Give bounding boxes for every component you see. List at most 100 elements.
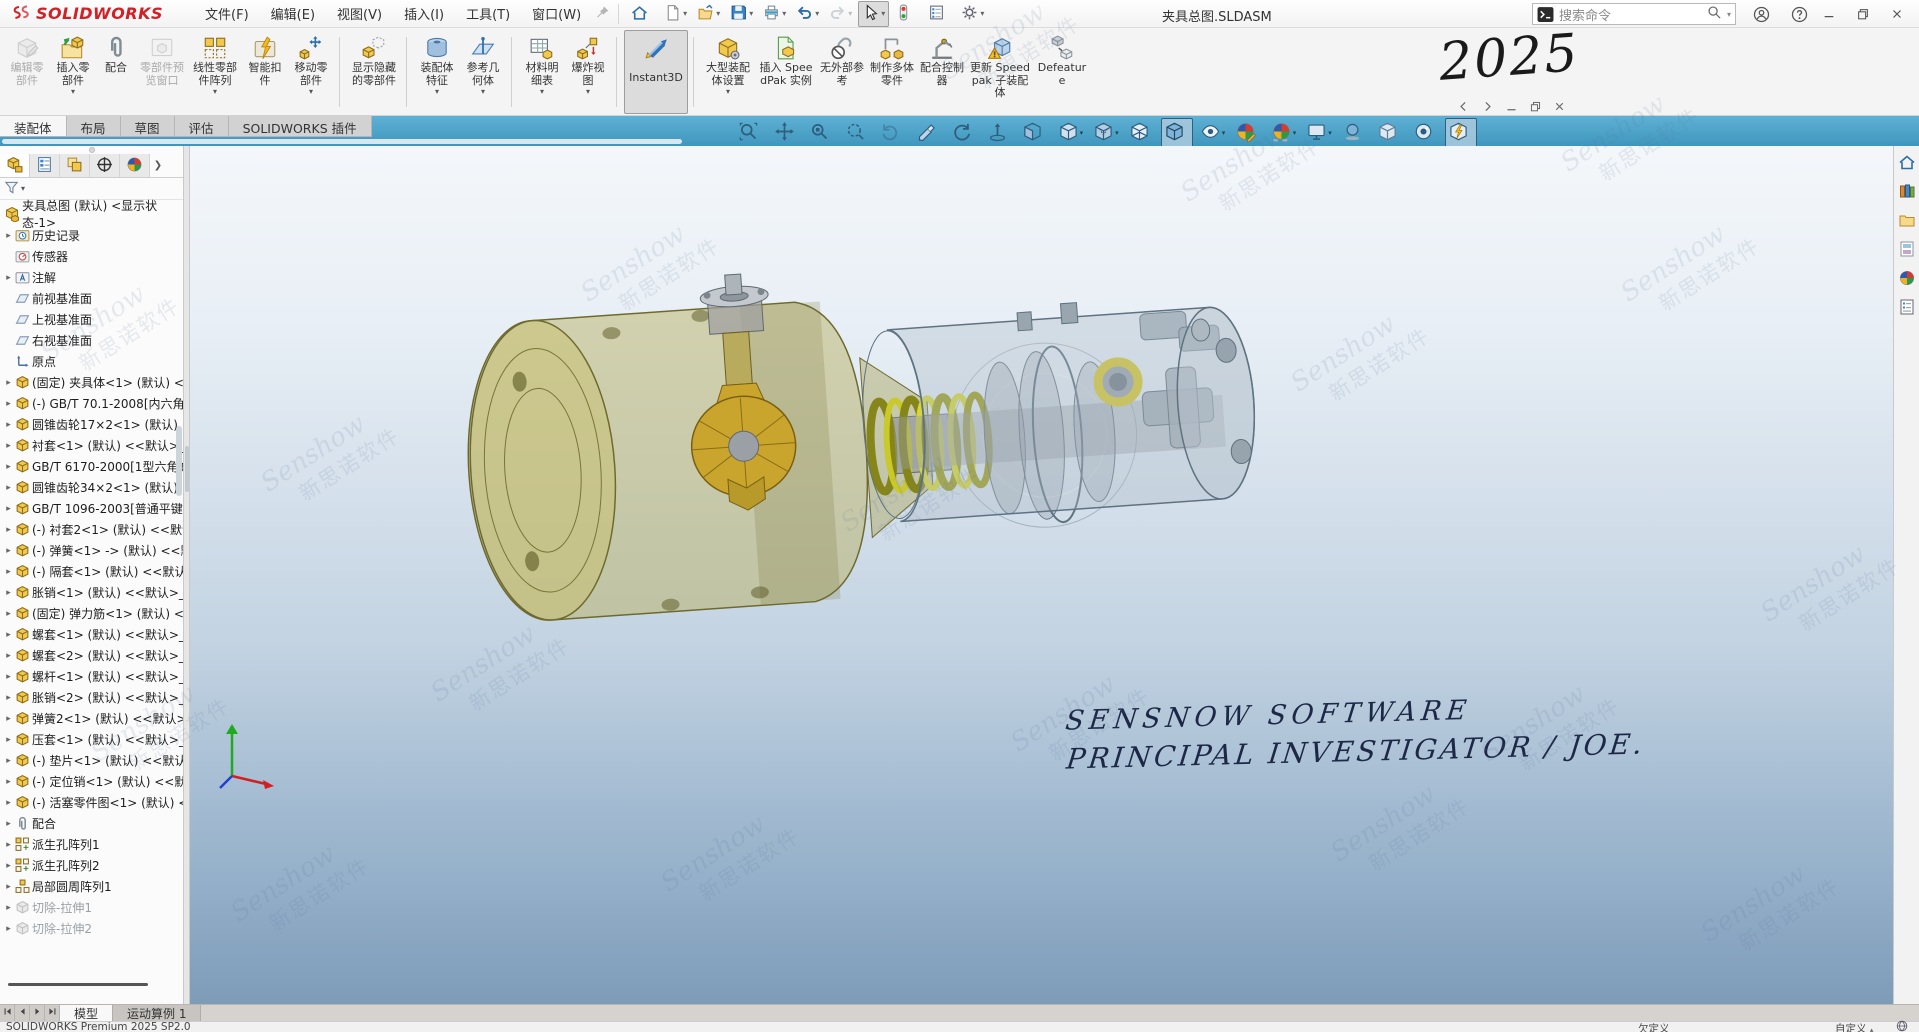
expand-arrow-icon[interactable]: ▸	[2, 861, 15, 871]
view-tool-button[interactable]: ▾	[877, 118, 909, 148]
command-tab[interactable]: 装配体	[0, 116, 67, 136]
view-tool-button[interactable]: ▾	[1303, 118, 1335, 148]
pin-menu-icon[interactable]	[595, 5, 610, 23]
ribbon-button[interactable]: 无外部参考 ▾	[817, 30, 867, 114]
flyout-arrow-icon[interactable]: ▾	[481, 88, 485, 96]
view-tool-button[interactable]: ▾	[806, 118, 838, 148]
quick-access-button[interactable]: ▾	[858, 1, 889, 27]
menu-item[interactable]: 窗口(W)	[522, 0, 591, 27]
command-tab[interactable]: 评估	[175, 116, 229, 136]
tab-scroll-button[interactable]	[15, 1005, 30, 1021]
help-icon[interactable]	[1788, 3, 1810, 25]
tree-item[interactable]: ▸ (固定) 弹力筋<1> (默认) <<	[2, 603, 183, 624]
tree-horizontal-scrollbar[interactable]	[8, 983, 148, 986]
menu-item[interactable]: 视图(V)	[327, 0, 392, 27]
expand-arrow-icon[interactable]: ▸	[2, 819, 15, 829]
task-pane-tab-icon[interactable]	[1896, 152, 1918, 174]
ribbon-button[interactable]: 爆炸视图 ▾	[565, 30, 611, 114]
tree-item[interactable]: ▸ (固定) 夹具体<1> (默认) <<默	[2, 372, 183, 393]
tree-item[interactable]: ▸ (-) 活塞零件图<1> (默认) <<	[2, 792, 183, 813]
tree-item[interactable]: ▸ 传感器	[2, 246, 183, 267]
doc-window-control-icon[interactable]	[1527, 99, 1543, 114]
restore-button[interactable]	[1846, 0, 1880, 27]
account-icon[interactable]	[1750, 3, 1772, 25]
flyout-arrow-icon[interactable]: ▾	[540, 88, 544, 96]
quick-access-button[interactable]: ▾	[924, 1, 955, 27]
view-tool-button[interactable]: ▾	[1232, 118, 1264, 148]
quick-access-button[interactable]: ▾	[891, 1, 922, 27]
expand-arrow-icon[interactable]: ▸	[2, 462, 15, 472]
ribbon-button[interactable]: 插入零部件 ▾	[50, 30, 96, 114]
expand-arrow-icon[interactable]: ▸	[2, 798, 15, 808]
menu-item[interactable]: 插入(I)	[394, 0, 454, 27]
tree-item[interactable]: ▸ 注解	[2, 267, 183, 288]
view-tool-button[interactable]: ▾	[1339, 118, 1371, 148]
expand-arrow-icon[interactable]: ▸	[2, 630, 15, 640]
doc-window-control-icon[interactable]	[1503, 99, 1519, 114]
flyout-arrow-icon[interactable]: ▾	[213, 88, 217, 96]
view-tool-button[interactable]: ▾	[842, 118, 874, 148]
feature-panel-tab[interactable]	[90, 154, 120, 177]
expand-arrow-icon[interactable]: ▸	[2, 546, 15, 556]
view-tool-button[interactable]: ▾	[1268, 118, 1300, 148]
ribbon-button[interactable]: 材料明细表 ▾	[519, 30, 565, 114]
quick-access-button[interactable]: ▾	[726, 1, 757, 27]
tree-item[interactable]: ▸ 胀销<2> (默认) <<默认>_外	[2, 687, 183, 708]
expand-arrow-icon[interactable]: ▸	[2, 525, 15, 535]
flyout-arrow-icon[interactable]: ▾	[726, 88, 730, 96]
filter-dropdown-icon[interactable]: ▾	[21, 184, 25, 193]
expand-arrow-icon[interactable]: ▸	[2, 441, 15, 451]
expand-arrow-icon[interactable]: ▸	[2, 840, 15, 850]
expand-arrow-icon[interactable]: ▸	[2, 609, 15, 619]
quick-access-button[interactable]: ▾	[759, 1, 790, 27]
quick-access-button[interactable]: ▾	[792, 1, 823, 27]
orientation-triad[interactable]	[218, 718, 278, 798]
view-tool-button[interactable]: ▾	[1019, 118, 1051, 148]
tab-scroll-button[interactable]	[30, 1005, 45, 1021]
view-tool-button[interactable]: ▾	[1126, 118, 1158, 148]
view-tool-button[interactable]: ▾	[984, 118, 1016, 148]
flyout-arrow-icon[interactable]: ▾	[309, 88, 313, 96]
menu-item[interactable]: 文件(F)	[195, 0, 259, 27]
tree-item[interactable]: ▸ (-) 隔套<1> (默认) <<默认>_	[2, 561, 183, 582]
expand-arrow-icon[interactable]: ▸	[2, 273, 15, 283]
units-globe-icon[interactable]	[1896, 1020, 1908, 1032]
tree-item[interactable]: ▸ 原点	[2, 351, 183, 372]
task-pane-tab-icon[interactable]	[1896, 181, 1918, 203]
quick-access-button[interactable]: ▾	[660, 1, 691, 27]
expand-arrow-icon[interactable]: ▸	[2, 903, 15, 913]
tree-item[interactable]: ▸ 派生孔阵列1	[2, 834, 183, 855]
ribbon-button[interactable]: 参考几何体 ▾	[460, 30, 506, 114]
tree-item[interactable]: ▸ 螺套<2> (默认) <<默认>_外	[2, 645, 183, 666]
search-icon[interactable]	[1707, 5, 1722, 23]
command-tab[interactable]: SOLIDWORKS 插件	[229, 116, 372, 136]
expand-arrow-icon[interactable]: ▸	[2, 672, 15, 682]
ribbon-button[interactable]: 编辑零部件 ▾	[4, 30, 50, 114]
doc-window-control-icon[interactable]	[1455, 99, 1471, 114]
tab-scroll-button[interactable]	[0, 1005, 15, 1021]
expand-arrow-icon[interactable]: ▸	[2, 483, 15, 493]
view-tool-button[interactable]: ▾	[1197, 118, 1229, 148]
menu-item[interactable]: 编辑(E)	[261, 0, 325, 27]
ribbon-button[interactable]: Defeature ▾	[1033, 30, 1091, 114]
quick-access-button[interactable]: ▾	[825, 1, 856, 27]
expand-arrow-icon[interactable]: ▸	[2, 756, 15, 766]
feature-panel-tab[interactable]	[0, 154, 30, 177]
ribbon-button[interactable]: 装配体特征 ▾	[414, 30, 460, 114]
flyout-arrow-icon[interactable]: ▾	[71, 88, 75, 96]
tree-item[interactable]: ▸ (-) 定位销<1> (默认) <<默认	[2, 771, 183, 792]
view-tool-button[interactable]: ▾	[771, 118, 803, 148]
expand-arrow-icon[interactable]: ▸	[2, 378, 15, 388]
ribbon-button[interactable]: 大型装配体设置 ▾	[701, 30, 755, 114]
bottom-tab[interactable]: 模型	[60, 1005, 113, 1021]
task-pane-tab-icon[interactable]	[1896, 268, 1918, 290]
expand-arrow-icon[interactable]: ▸	[2, 588, 15, 598]
tree-item[interactable]: ▸ (-) 衬套2<1> (默认) <<默认	[2, 519, 183, 540]
ribbon-button[interactable]: 制作多体零件 ▾	[867, 30, 917, 114]
expand-arrow-icon[interactable]: ▸	[2, 651, 15, 661]
expand-arrow-icon[interactable]: ▸	[2, 567, 15, 577]
command-search-box[interactable]: 搜索命令 ▾	[1532, 3, 1736, 25]
tree-item[interactable]: ▸ 螺杆<1> (默认) <<默认>_外	[2, 666, 183, 687]
tree-item[interactable]: ▸ 螺套<1> (默认) <<默认>_外	[2, 624, 183, 645]
tree-item[interactable]: ▸ (-) 垫片<1> (默认) <<默认>_	[2, 750, 183, 771]
